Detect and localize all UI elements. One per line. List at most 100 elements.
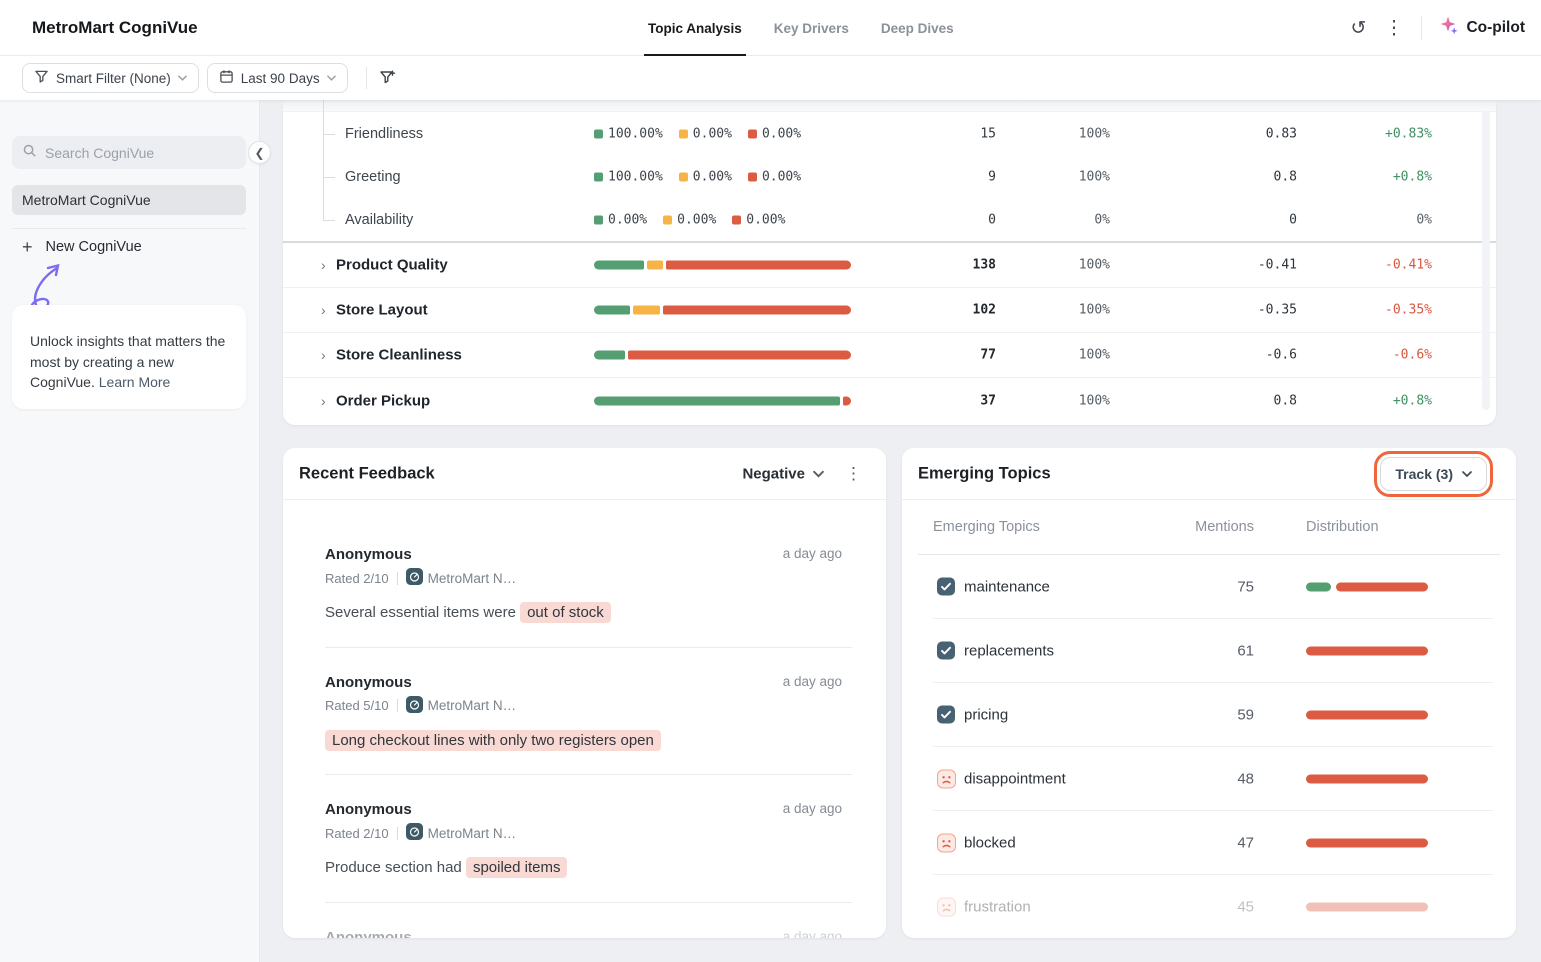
emerging-topic-mentions: 47 xyxy=(1237,835,1254,852)
new-cognivue-button[interactable]: + New CogniVue xyxy=(22,238,142,256)
sentiment-legend: 100.00%0.00%0.00% xyxy=(594,169,801,184)
percent-value: 100% xyxy=(1079,169,1110,184)
sad-face-icon[interactable] xyxy=(937,898,956,917)
date-range-button[interactable]: Last 90 Days xyxy=(207,63,348,93)
chevron-down-icon xyxy=(178,75,187,81)
subtopic-label: Friendliness xyxy=(345,126,423,142)
feedback-rating: Rated 2/10 xyxy=(325,826,389,841)
date-range-label: Last 90 Days xyxy=(241,71,320,86)
feedback-timestamp: a day ago xyxy=(783,546,842,561)
new-cognivue-label: New CogniVue xyxy=(46,239,142,255)
chevron-right-icon[interactable]: › xyxy=(321,347,326,363)
topic-subrow[interactable]: Availability0.00%0.00%0.00%00%00% xyxy=(283,198,1496,241)
chevron-right-icon[interactable]: › xyxy=(321,302,326,318)
emerging-topic-name: disappointment xyxy=(964,771,1066,788)
promo-card: Unlock insights that matters the most by… xyxy=(12,305,246,409)
topic-label: Product Quality xyxy=(336,257,448,274)
distribution-segment-red xyxy=(1306,775,1428,784)
emerging-topics-card: Emerging Topics Track (3) Emerging Topic… xyxy=(902,448,1516,938)
percent-value: 0% xyxy=(1094,212,1110,227)
tracked-checkbox-icon[interactable] xyxy=(937,642,956,661)
emerging-topic-mentions: 61 xyxy=(1237,643,1254,660)
score-value: -0.41 xyxy=(1258,258,1297,273)
sentiment-bar xyxy=(594,396,851,405)
emerging-topic-row: maintenance75 xyxy=(902,555,1516,619)
topic-subrow[interactable]: Friendliness100.00%0.00%0.00%15100%0.83+… xyxy=(283,112,1496,155)
legend-swatch-neu xyxy=(663,215,672,224)
distribution-bar xyxy=(1306,647,1428,656)
recent-feedback-title: Recent Feedback xyxy=(299,464,435,483)
topic-row[interactable]: ›Store Layout102100%-0.35-0.35% xyxy=(283,288,1496,333)
legend-item-neu: 0.00% xyxy=(679,126,732,141)
emerging-topic-mentions: 59 xyxy=(1237,707,1254,724)
sad-face-icon[interactable] xyxy=(937,834,956,853)
emerging-topic-name: blocked xyxy=(964,835,1016,852)
distribution-bar xyxy=(1306,775,1428,784)
tracked-checkbox-icon[interactable] xyxy=(937,578,956,597)
feedback-text: Long checkout lines with only two regist… xyxy=(325,730,852,753)
bar-segment-amber xyxy=(633,306,660,315)
tab-topic-analysis[interactable]: Topic Analysis xyxy=(648,0,742,56)
add-filter-icon[interactable] xyxy=(379,69,397,87)
header-divider xyxy=(1421,16,1422,40)
recent-feedback-card: Recent Feedback Negative ⋮ Anonymous Rate… xyxy=(283,448,886,938)
smart-filter-button[interactable]: Smart Filter (None) xyxy=(22,63,199,93)
legend-swatch-neg xyxy=(748,129,757,138)
kebab-menu-icon[interactable]: ⋮ xyxy=(1384,19,1403,38)
legend-item-neg: 0.00% xyxy=(748,169,801,184)
legend-value-pos: 100.00% xyxy=(608,126,663,141)
chevron-right-icon[interactable]: › xyxy=(321,393,326,409)
sparkle-icon xyxy=(1440,16,1459,40)
source-name: MetroMart N… xyxy=(428,571,517,586)
sad-face-icon[interactable] xyxy=(937,770,956,789)
table-scrollbar[interactable] xyxy=(1482,110,1490,410)
percent-value: 100% xyxy=(1079,393,1110,408)
sidebar-search[interactable] xyxy=(12,136,246,169)
refresh-icon[interactable]: ↺ xyxy=(1351,19,1367,38)
sentiment-legend: 0.00%0.00%0.00% xyxy=(594,212,785,227)
legend-value-pos: 0.00% xyxy=(608,212,647,227)
topic-row[interactable]: ›Store Cleanliness77100%-0.6-0.6% xyxy=(283,333,1496,378)
sidebar-item-metromart-cognivue[interactable]: MetroMart CogniVue xyxy=(12,185,246,215)
score-value: 0.83 xyxy=(1266,126,1297,141)
distribution-segment-red xyxy=(1306,647,1428,656)
feedback-author: Anonymous xyxy=(325,801,852,818)
track-dropdown-button[interactable]: Track (3) xyxy=(1380,457,1487,491)
recent-feedback-header: Recent Feedback Negative ⋮ xyxy=(283,448,886,500)
legend-item-pos: 100.00% xyxy=(594,126,663,141)
collapse-sidebar-button[interactable]: ❮ xyxy=(248,141,271,164)
bar-segment-green xyxy=(594,306,630,315)
topic-row[interactable]: ›Order Pickup37100%0.8+0.8% xyxy=(283,378,1496,423)
sentiment-filter-dropdown[interactable]: Negative xyxy=(742,465,824,482)
filter-bar: Smart Filter (None) Last 90 Days xyxy=(0,56,1541,100)
copilot-button[interactable]: Co-pilot xyxy=(1440,16,1525,40)
topic-row[interactable]: ›Product Quality138100%-0.41-0.41% xyxy=(283,243,1496,288)
distribution-bar xyxy=(1306,583,1428,592)
topic-rows: ›Product Quality138100%-0.41-0.41%›Store… xyxy=(283,243,1496,423)
learn-more-link[interactable]: Learn More xyxy=(99,374,171,390)
calendar-icon xyxy=(219,69,234,87)
topic-label: Store Cleanliness xyxy=(336,347,462,364)
tab-deep-dives[interactable]: Deep Dives xyxy=(881,0,954,56)
tab-key-drivers[interactable]: Key Drivers xyxy=(774,0,849,56)
sentiment-bar xyxy=(594,351,851,360)
search-input[interactable] xyxy=(45,145,236,161)
mentions-value: 77 xyxy=(980,348,996,363)
delta-value: -0.6% xyxy=(1393,348,1432,363)
emerging-topic-row: pricing 59 xyxy=(902,683,1516,747)
emerging-topic-row: blocked 47 xyxy=(902,811,1516,875)
emerging-topic-name: pricing xyxy=(964,707,1008,724)
topic-subrow[interactable]: Greeting100.00%0.00%0.00%9100%0.8+0.8% xyxy=(283,155,1496,198)
emerging-topic-row: frustration45 xyxy=(902,875,1516,938)
emerging-topic-mentions: 45 xyxy=(1237,899,1254,916)
copilot-label: Co-pilot xyxy=(1466,19,1525,37)
feedback-rating: Rated 5/10 xyxy=(325,698,389,713)
column-header-mentions: Mentions xyxy=(1195,519,1254,535)
subtopic-label: Availability xyxy=(345,212,413,228)
distribution-segment-green xyxy=(1306,583,1331,592)
tracked-checkbox-icon[interactable] xyxy=(937,706,956,725)
chevron-right-icon[interactable]: › xyxy=(321,257,326,273)
kebab-menu-icon[interactable]: ⋮ xyxy=(845,464,862,484)
source-badge-icon xyxy=(406,823,423,843)
legend-swatch-pos xyxy=(594,129,603,138)
